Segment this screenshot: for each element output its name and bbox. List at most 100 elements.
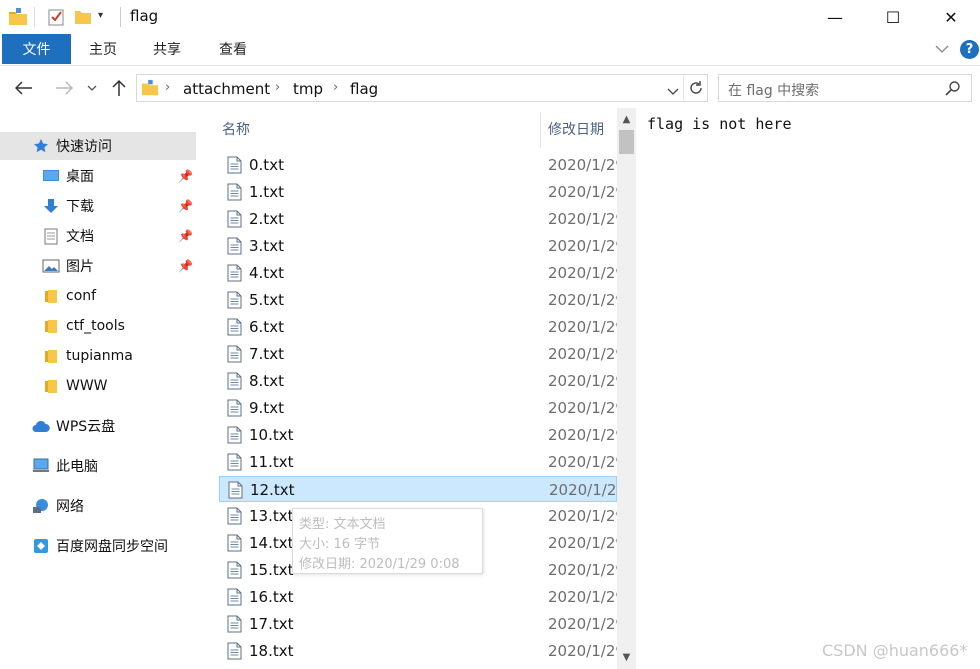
column-divider[interactable] bbox=[540, 112, 541, 148]
sidebar-item-documents[interactable]: 文档 📌 bbox=[0, 222, 196, 250]
file-name[interactable]: 8.txt bbox=[249, 372, 284, 390]
file-name[interactable]: 7.txt bbox=[249, 345, 284, 363]
file-date: 2020/1/29 bbox=[549, 481, 618, 499]
tab-share[interactable]: 共享 bbox=[142, 34, 192, 64]
file-name[interactable]: 11.txt bbox=[249, 453, 294, 471]
file-date: 2020/1/29 bbox=[548, 291, 617, 309]
file-row[interactable]: 10.txt 2020/1/29 bbox=[219, 422, 617, 448]
text-file-icon bbox=[227, 291, 242, 309]
close-button[interactable]: ✕ bbox=[922, 0, 980, 34]
search-box[interactable]: 在 flag 中搜索 bbox=[718, 74, 972, 102]
refresh-icon[interactable] bbox=[688, 80, 704, 100]
help-button[interactable]: ? bbox=[960, 40, 979, 59]
pin-icon[interactable]: 📌 bbox=[178, 199, 193, 213]
file-row[interactable]: 3.txt 2020/1/29 bbox=[219, 233, 617, 259]
file-row[interactable]: 7.txt 2020/1/29 bbox=[219, 341, 617, 367]
forward-arrow-icon[interactable] bbox=[52, 76, 76, 100]
file-name[interactable]: 9.txt bbox=[249, 399, 284, 417]
file-name[interactable]: 10.txt bbox=[249, 426, 294, 444]
tab-view[interactable]: 查看 bbox=[208, 34, 258, 64]
sidebar-item-conf[interactable]: conf bbox=[0, 282, 196, 310]
column-header-date[interactable]: 修改日期 bbox=[548, 119, 604, 139]
sidebar-item-wps-cloud[interactable]: WPS云盘 bbox=[0, 412, 196, 440]
new-folder-icon[interactable] bbox=[74, 7, 92, 27]
file-name[interactable]: 6.txt bbox=[249, 318, 284, 336]
back-arrow-icon[interactable] bbox=[12, 76, 36, 100]
breadcrumb-tmp[interactable]: tmp bbox=[293, 80, 323, 98]
search-icon[interactable] bbox=[945, 80, 961, 100]
sidebar-item-label: tupianma bbox=[66, 348, 133, 364]
text-file-icon bbox=[227, 264, 242, 282]
file-name[interactable]: 12.txt bbox=[250, 481, 295, 499]
sidebar-item-ctf-tools[interactable]: ctf_tools bbox=[0, 312, 196, 340]
breadcrumb-flag[interactable]: flag bbox=[350, 80, 378, 98]
vertical-scrollbar[interactable]: ▲ ▼ bbox=[617, 108, 636, 669]
breadcrumb-separator[interactable]: › bbox=[165, 80, 170, 95]
file-row[interactable]: 16.txt 2020/1/29 bbox=[219, 584, 617, 610]
breadcrumb-separator[interactable]: › bbox=[333, 80, 338, 95]
file-row[interactable]: 12.txt 2020/1/29 bbox=[219, 476, 618, 502]
file-row[interactable]: 18.txt 2020/1/29 bbox=[219, 638, 617, 664]
text-file-icon bbox=[227, 318, 242, 336]
computer-icon bbox=[32, 457, 50, 475]
pin-icon[interactable]: 📌 bbox=[178, 229, 193, 243]
breadcrumb-attachment[interactable]: attachment bbox=[183, 80, 270, 98]
sidebar-item-pictures[interactable]: 图片 📌 bbox=[0, 252, 196, 280]
sidebar-item-baidu-sync[interactable]: 百度网盘同步空间 bbox=[0, 532, 196, 560]
file-row[interactable]: 0.txt 2020/1/29 bbox=[219, 152, 617, 178]
minimize-button[interactable]: — bbox=[806, 0, 864, 34]
file-name[interactable]: 13.txt bbox=[249, 507, 294, 525]
file-name[interactable]: 16.txt bbox=[249, 588, 294, 606]
tab-file[interactable]: 文件 bbox=[2, 34, 71, 64]
sidebar-item-this-pc[interactable]: 此电脑 bbox=[0, 452, 196, 480]
file-row[interactable]: 2.txt 2020/1/29 bbox=[219, 206, 617, 232]
file-row[interactable]: 4.txt 2020/1/29 bbox=[219, 260, 617, 286]
file-name[interactable]: 2.txt bbox=[249, 210, 284, 228]
pin-icon[interactable]: 📌 bbox=[178, 259, 193, 273]
sidebar-item-www[interactable]: WWW bbox=[0, 372, 196, 400]
file-row[interactable]: 1.txt 2020/1/29 bbox=[219, 179, 617, 205]
window-title: flag bbox=[130, 7, 159, 25]
sidebar-item-quick-access[interactable]: 快速访问 bbox=[0, 132, 196, 160]
sidebar-item-downloads[interactable]: 下载 📌 bbox=[0, 192, 196, 220]
up-arrow-icon[interactable] bbox=[107, 76, 131, 100]
file-name[interactable]: 14.txt bbox=[249, 534, 294, 552]
expand-ribbon-icon[interactable] bbox=[930, 34, 954, 64]
file-row[interactable]: 5.txt 2020/1/29 bbox=[219, 287, 617, 313]
file-name[interactable]: 18.txt bbox=[249, 642, 294, 660]
download-icon bbox=[42, 197, 60, 215]
file-row[interactable]: 9.txt 2020/1/29 bbox=[219, 395, 617, 421]
sidebar-item-desktop[interactable]: 桌面 📌 bbox=[0, 162, 196, 190]
address-dropdown-icon[interactable] bbox=[667, 84, 679, 100]
tooltip-modified: 修改日期: 2020/1/29 0:08 bbox=[299, 557, 460, 572]
breadcrumb-separator[interactable]: › bbox=[275, 80, 280, 95]
file-date: 2020/1/29 bbox=[548, 156, 617, 174]
pin-icon[interactable]: 📌 bbox=[178, 169, 193, 183]
file-row[interactable]: 6.txt 2020/1/29 bbox=[219, 314, 617, 340]
column-header-name[interactable]: 名称 bbox=[222, 119, 250, 139]
customize-toolbar-icon[interactable]: ▾ bbox=[98, 10, 110, 30]
properties-icon[interactable] bbox=[48, 7, 66, 27]
explorer-app-icon bbox=[8, 7, 28, 27]
sidebar-item-network[interactable]: 网络 bbox=[0, 492, 196, 520]
file-row[interactable]: 17.txt 2020/1/29 bbox=[219, 611, 617, 637]
file-row[interactable]: 8.txt 2020/1/29 bbox=[219, 368, 617, 394]
scrollbar-thumb[interactable] bbox=[619, 130, 634, 154]
file-name[interactable]: 17.txt bbox=[249, 615, 294, 633]
search-input[interactable]: 在 flag 中搜索 bbox=[728, 80, 819, 100]
file-name[interactable]: 1.txt bbox=[249, 183, 284, 201]
text-file-icon bbox=[227, 399, 242, 417]
file-name[interactable]: 4.txt bbox=[249, 264, 284, 282]
file-name[interactable]: 15.txt bbox=[249, 561, 294, 579]
file-row[interactable]: 11.txt 2020/1/29 bbox=[219, 449, 617, 475]
scroll-up-arrow-icon[interactable]: ▲ bbox=[617, 110, 636, 128]
maximize-button[interactable]: ☐ bbox=[864, 0, 922, 34]
scroll-down-arrow-icon[interactable]: ▼ bbox=[617, 648, 636, 666]
tab-home[interactable]: 主页 bbox=[78, 34, 128, 64]
file-name[interactable]: 5.txt bbox=[249, 291, 284, 309]
file-name[interactable]: 3.txt bbox=[249, 237, 284, 255]
address-bar[interactable]: › attachment › tmp › flag bbox=[136, 74, 708, 102]
sidebar-item-tupianma[interactable]: tupianma bbox=[0, 342, 196, 370]
file-name[interactable]: 0.txt bbox=[249, 156, 284, 174]
recent-locations-icon[interactable] bbox=[82, 76, 102, 100]
